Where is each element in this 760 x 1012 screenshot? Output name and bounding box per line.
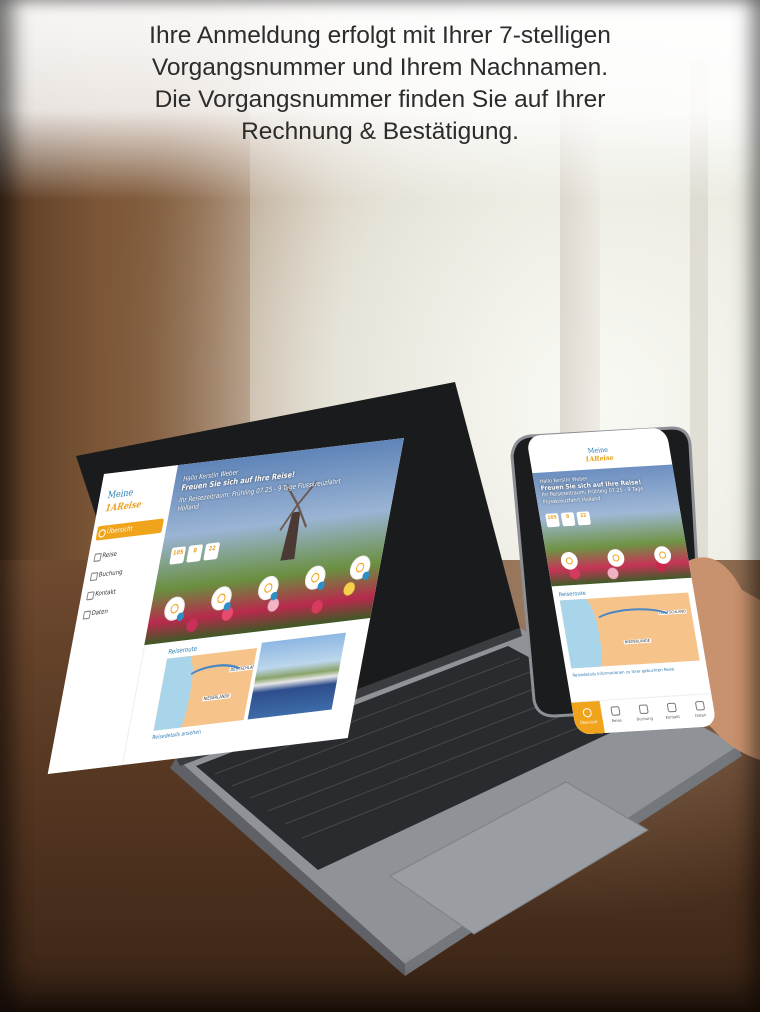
headline-line-4: Rechnung & Bestätigung. [241,118,519,145]
home-icon [582,707,593,718]
countdown-minutes: 22 [576,511,592,526]
quick-action-2[interactable] [606,548,626,568]
booking-icon [638,704,649,715]
quick-action-1[interactable] [559,551,580,571]
countdown: 105 8 22 [545,511,592,528]
map-label-netherlands: NIEDERLANDE [623,638,652,645]
countdown-hours: 8 [560,512,576,527]
login-instructions: Ihre Anmeldung erfolgt mit Ihrer 7-stell… [30,20,730,148]
chat-icon [666,702,677,713]
tab-label: Daten [694,712,707,718]
headline-line-2: Vorgangsnummer und Ihrem Nachnamen. [151,54,609,81]
hero-banner: Hallo Kerstin Weber Freuen Sie sich auf … [532,464,692,587]
logo-bottom-text: 1AReise [584,453,615,464]
headline-line-3: Die Vorgangsnummer finden Sie auf Ihrer [154,86,606,113]
tab-label: Reise [611,717,623,724]
tab-label: Kontakt [665,713,681,720]
user-icon [694,700,705,711]
tab-data[interactable]: Daten [683,694,716,729]
tab-label: Übersicht [579,718,598,726]
route-map[interactable]: NIEDERLANDE DEUTSCHLAND [559,592,700,669]
route-title: Reiseroute [558,590,587,599]
photo-scene: Meine 1AReise Übersicht Reise Buchung Ko… [0,0,760,1012]
clock-icon [610,706,621,716]
countdown-days: 105 [545,513,561,528]
brand-logo[interactable]: Meine 1AReise [583,445,615,464]
tab-label: Buchung [636,715,654,722]
map-label-germany: DEUTSCHLAND [657,609,688,616]
headline-line-1: Ihre Anmeldung erfolgt mit Ihrer 7-stell… [149,22,611,49]
hero-greeting: Hallo Kerstin Weber Freuen Sie sich auf … [539,471,675,506]
quick-action-3[interactable] [652,545,673,565]
